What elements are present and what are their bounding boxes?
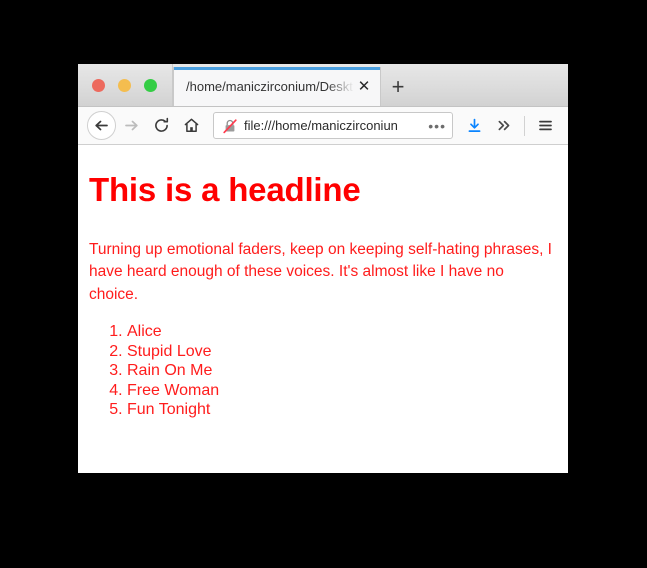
app-menu-button[interactable] xyxy=(530,111,560,141)
home-button[interactable] xyxy=(176,111,206,141)
home-icon xyxy=(183,117,200,134)
chevron-double-right-icon xyxy=(496,117,513,134)
list-item: Free Woman xyxy=(127,381,554,401)
reload-icon xyxy=(153,117,170,134)
browser-window: /home/maniczirconium/Deskt ✕ + file:///h… xyxy=(78,64,568,473)
address-bar-value: file:///home/maniczirconiun xyxy=(244,119,398,132)
page-headline: This is a headline xyxy=(89,171,361,208)
page-content: This is a headline Turning up emotional … xyxy=(78,145,568,472)
forward-button xyxy=(116,111,146,141)
tab-strip-empty-area xyxy=(415,67,568,106)
hamburger-menu-icon xyxy=(537,117,554,134)
browser-tab-active[interactable]: /home/maniczirconium/Deskt ✕ xyxy=(173,67,381,106)
list-item: Fun Tonight xyxy=(127,400,554,420)
maximize-window-button[interactable] xyxy=(144,78,157,92)
back-arrow-icon xyxy=(93,117,110,134)
window-controls xyxy=(78,64,173,106)
reload-button[interactable] xyxy=(146,111,176,141)
back-button[interactable] xyxy=(87,111,116,140)
page-paragraph: Turning up emotional faders, keep on kee… xyxy=(89,240,552,303)
list-item: Rain On Me xyxy=(127,361,554,381)
close-window-button[interactable] xyxy=(92,78,105,92)
tab-title: /home/maniczirconium/Deskt xyxy=(186,80,353,93)
tab-strip: /home/maniczirconium/Deskt ✕ + xyxy=(78,64,568,107)
new-tab-button[interactable]: + xyxy=(381,67,415,106)
close-tab-icon[interactable]: ✕ xyxy=(354,77,374,97)
forward-arrow-icon xyxy=(123,117,140,134)
page-actions-icon[interactable]: ••• xyxy=(425,119,446,133)
downloads-button[interactable] xyxy=(459,111,489,141)
toolbar-divider xyxy=(524,115,525,136)
list-item: Stupid Love xyxy=(127,342,554,362)
download-arrow-icon xyxy=(466,117,483,134)
toolbar-overflow-button[interactable] xyxy=(489,111,519,141)
address-bar[interactable]: file:///home/maniczirconiun ••• xyxy=(213,112,453,139)
navigation-toolbar: file:///home/maniczirconiun ••• xyxy=(78,107,568,145)
minimize-window-button[interactable] xyxy=(118,78,131,92)
page-ordered-list: Alice Stupid Love Rain On Me Free Woman … xyxy=(89,322,554,420)
list-item: Alice xyxy=(127,322,554,342)
insecure-padlock-icon[interactable] xyxy=(221,117,238,134)
